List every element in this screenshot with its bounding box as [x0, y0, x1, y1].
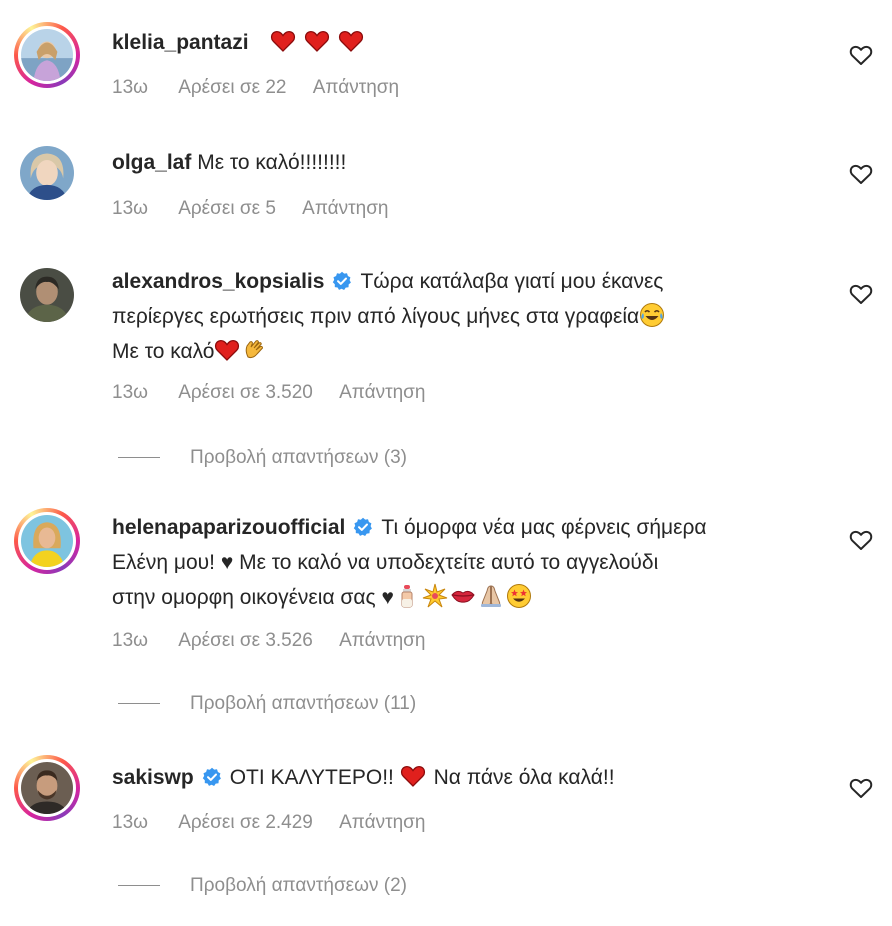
reply-button[interactable]: Απάντηση [302, 198, 388, 219]
comment-likes[interactable]: Αρέσει σε 5 [178, 198, 276, 219]
sparkle-burst-emoji [422, 583, 448, 609]
comment-time[interactable]: 13ω [112, 630, 148, 651]
heart-outline-icon [849, 284, 873, 304]
view-replies-button[interactable]: Προβολή απαντήσεων (3) [118, 447, 407, 469]
avatar[interactable] [14, 508, 80, 574]
view-replies-label: Προβολή απαντήσεων (11) [190, 693, 417, 714]
reply-button[interactable]: Απάντηση [313, 77, 399, 98]
comment-username[interactable]: olga_laf [112, 151, 191, 174]
comment-text: περίεργες ερωτήσεις πριν από λίγους μήνε… [112, 305, 640, 328]
comment-username[interactable]: klelia_pantazi [112, 31, 249, 54]
comment-time[interactable]: 13ω [112, 382, 148, 403]
reply-button[interactable]: Απάντηση [339, 382, 425, 403]
comment-likes[interactable]: Αρέσει σε 22 [178, 77, 286, 98]
red-heart-emoji [270, 28, 296, 54]
view-replies-button[interactable]: Προβολή απαντήσεων (2) [118, 875, 407, 897]
comment-meta: 13ω Αρέσει σε 3.526 Απάντηση [112, 630, 447, 652]
avatar[interactable] [14, 140, 80, 206]
avatar[interactable] [14, 22, 80, 88]
verified-badge-icon [353, 517, 373, 537]
comment-username[interactable]: sakiswp [112, 766, 194, 789]
avatar-image [20, 146, 74, 200]
comment-meta: 13ω Αρέσει σε 22 Απάντηση [112, 77, 421, 99]
comment-text: Τι όμορφα νέα μας φέρνεις σήμερα [381, 516, 707, 539]
comment-text: Τώρα κατάλαβα γιατί μου έκανες [360, 270, 664, 293]
avatar-image [21, 515, 73, 567]
red-heart-emoji [214, 337, 240, 363]
folded-hands-emoji [478, 583, 504, 609]
comment-text: Ελένη μου! ♥ Με το καλό να υποδεχτείτε α… [112, 551, 659, 574]
heart-outline-icon [849, 530, 873, 550]
avatar-image [20, 268, 74, 322]
view-replies-button[interactable]: Προβολή απαντήσεων (11) [118, 693, 416, 715]
verified-badge-icon [332, 271, 352, 291]
view-replies-label: Προβολή απαντήσεων (2) [190, 875, 407, 896]
avatar-image [21, 29, 73, 81]
comment-meta: 13ω Αρέσει σε 2.429 Απάντηση [112, 812, 447, 834]
red-heart-emoji [400, 763, 426, 789]
divider-line [118, 703, 160, 705]
view-replies-label: Προβολή απαντήσεων (3) [190, 447, 407, 468]
avatar[interactable] [14, 262, 80, 328]
baby-bottle-emoji [394, 583, 420, 609]
comment-meta: 13ω Αρέσει σε 5 Απάντηση [112, 198, 411, 220]
red-heart-emoji [338, 28, 364, 54]
avatar[interactable] [14, 755, 80, 821]
like-comment-button[interactable] [848, 43, 874, 67]
comment-username[interactable]: helenapaparizouofficial [112, 516, 345, 539]
comment-body: klelia_pantazi [112, 25, 812, 60]
kiss-lips-emoji [450, 583, 476, 609]
comment-time[interactable]: 13ω [112, 198, 148, 219]
comment-text: ΟΤΙ ΚΑΛΥΤΕΡΟ!! [229, 766, 394, 789]
comment-body: alexandros_kopsialis Τώρα κατάλαβα γιατί … [112, 264, 812, 369]
comment-likes[interactable]: Αρέσει σε 3.520 [178, 382, 313, 403]
verified-badge-icon [202, 767, 222, 787]
divider-line [118, 457, 160, 459]
comment-text: στην ομορφη οικογένεια σας ♥ [112, 586, 394, 609]
clapping-hands-emoji [242, 337, 268, 363]
reply-button[interactable]: Απάντηση [339, 812, 425, 833]
tears-of-joy-emoji [639, 302, 665, 328]
comment-text: Με το καλό!!!!!!!! [197, 151, 347, 174]
heart-outline-icon [849, 164, 873, 184]
comment-username[interactable]: alexandros_kopsialis [112, 270, 324, 293]
comment-time[interactable]: 13ω [112, 77, 148, 98]
comment-likes[interactable]: Αρέσει σε 3.526 [178, 630, 313, 651]
comment-meta: 13ω Αρέσει σε 3.520 Απάντηση [112, 382, 447, 404]
comment-time[interactable]: 13ω [112, 812, 148, 833]
comment-body: olga_laf Με το καλό!!!!!!!! [112, 145, 812, 180]
comment-text: Να πάνε όλα καλά!! [433, 766, 615, 789]
heart-outline-icon [849, 778, 873, 798]
comment-text: Με το καλό [112, 340, 215, 363]
comment-likes[interactable]: Αρέσει σε 2.429 [178, 812, 313, 833]
comment-body: sakiswp ΟΤΙ ΚΑΛΥΤΕΡΟ!! Να πάνε όλα καλά!! [112, 760, 812, 795]
avatar-image [21, 762, 73, 814]
like-comment-button[interactable] [848, 162, 874, 186]
star-struck-emoji [506, 583, 532, 609]
red-heart-emoji [304, 28, 330, 54]
comment-body: helenapaparizouofficial Τι όμορφα νέα μας… [112, 510, 812, 615]
like-comment-button[interactable] [848, 776, 874, 800]
like-comment-button[interactable] [848, 282, 874, 306]
reply-button[interactable]: Απάντηση [339, 630, 425, 651]
heart-outline-icon [849, 45, 873, 65]
like-comment-button[interactable] [848, 528, 874, 552]
divider-line [118, 885, 160, 887]
